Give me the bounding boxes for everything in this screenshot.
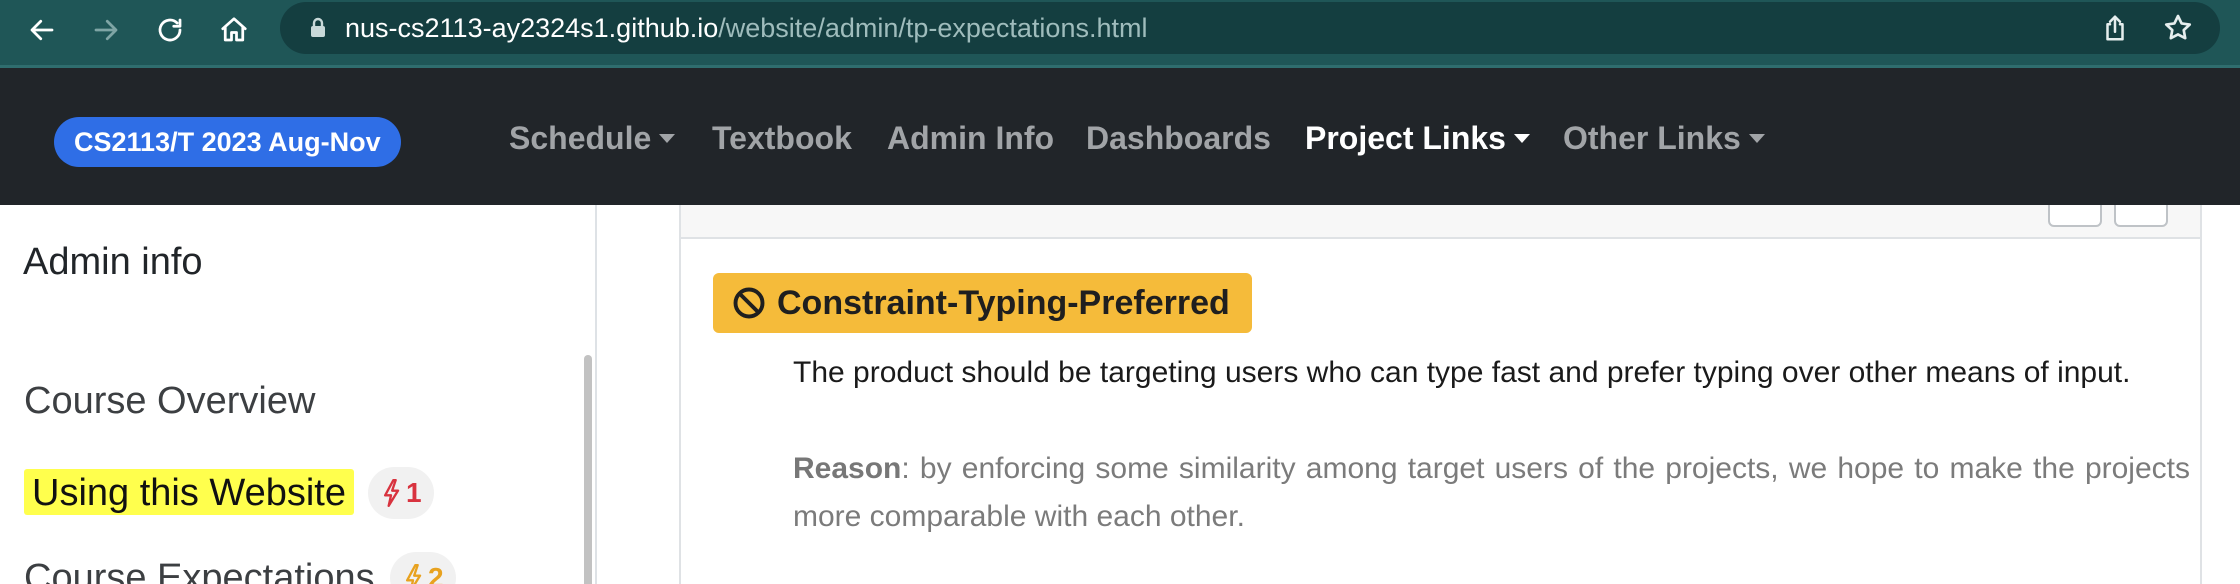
chevron-down-icon xyxy=(1513,134,1530,144)
main-content: Constraint-Typing-Preferred The product … xyxy=(599,205,2240,584)
prohibited-icon xyxy=(733,287,765,319)
chevron-down-icon xyxy=(659,134,676,144)
nav-item-label: Project Links xyxy=(1305,120,1506,156)
reason-label: Reason xyxy=(793,452,902,485)
lightning-icon xyxy=(406,564,422,584)
brand-pill[interactable]: CS2113/T 2023 Aug-Nov xyxy=(54,117,401,167)
nav-item-label: Schedule xyxy=(509,120,652,156)
reason-text: : by enforcing some similarity among tar… xyxy=(793,452,2190,533)
url-text: nus-cs2113-ay2324s1.github.io/website/ad… xyxy=(345,13,1147,44)
address-bar[interactable]: nus-cs2113-ay2324s1.github.io/website/ad… xyxy=(280,2,2220,54)
sidebar-title: Admin info xyxy=(23,241,203,283)
tag-label: Constraint-Typing-Preferred xyxy=(777,283,1230,322)
nav-item-other-links[interactable]: Other Links xyxy=(1563,118,1765,158)
constraint-reason: Reason: by enforcing some similarity amo… xyxy=(793,445,2190,541)
badge-count: 1 xyxy=(406,477,422,508)
card-header-button[interactable] xyxy=(2114,205,2168,227)
sidebar-item-course-expectations[interactable]: Course Expectations xyxy=(24,557,375,584)
sidebar-section-heading[interactable]: Course Overview xyxy=(24,380,315,423)
content-card: Constraint-Typing-Preferred The product … xyxy=(679,205,2202,584)
card-header xyxy=(681,205,2200,239)
importance-badge: 1 xyxy=(368,467,434,519)
url-path: /website/admin/tp-expectations.html xyxy=(718,13,1148,43)
nav-item-dashboards[interactable]: Dashboards xyxy=(1086,118,1271,158)
nav-item-label: Other Links xyxy=(1563,120,1741,156)
card-header-button[interactable] xyxy=(2048,205,2102,227)
sidebar-item-using-this-website[interactable]: Using this Website xyxy=(24,469,354,515)
importance-badge: 2 xyxy=(390,552,456,584)
sidebar: Admin info Course Overview Using this We… xyxy=(0,205,597,584)
nav-item-admin-info[interactable]: Admin Info xyxy=(887,118,1054,158)
nav-item-project-links[interactable]: Project Links xyxy=(1305,118,1530,158)
home-icon[interactable] xyxy=(212,8,256,52)
sidebar-scrollbar[interactable] xyxy=(584,355,592,584)
nav-item-schedule[interactable]: Schedule xyxy=(509,118,676,158)
star-icon[interactable] xyxy=(2162,12,2194,44)
url-host: nus-cs2113-ay2324s1.github.io xyxy=(345,13,719,43)
nav-item-label: Admin Info xyxy=(887,120,1055,156)
back-arrow-icon[interactable] xyxy=(20,8,64,52)
nav-item-label: Textbook xyxy=(712,120,852,156)
browser-toolbar: nus-cs2113-ay2324s1.github.io/website/ad… xyxy=(0,0,2240,68)
constraint-description: The product should be targeting users wh… xyxy=(793,356,2131,389)
lock-icon[interactable] xyxy=(306,16,330,40)
reload-icon[interactable] xyxy=(148,8,192,52)
chevron-down-icon xyxy=(1748,134,1765,144)
badge-count: 2 xyxy=(428,562,444,584)
share-icon[interactable] xyxy=(2100,13,2130,43)
site-navbar: CS2113/T 2023 Aug-Nov Schedule Textbook … xyxy=(0,68,2240,205)
nav-item-textbook[interactable]: Textbook xyxy=(712,118,852,158)
forward-arrow-icon[interactable] xyxy=(84,8,128,52)
nav-item-label: Dashboards xyxy=(1086,120,1271,156)
lightning-icon xyxy=(384,479,400,507)
constraint-tag: Constraint-Typing-Preferred xyxy=(713,273,1252,333)
